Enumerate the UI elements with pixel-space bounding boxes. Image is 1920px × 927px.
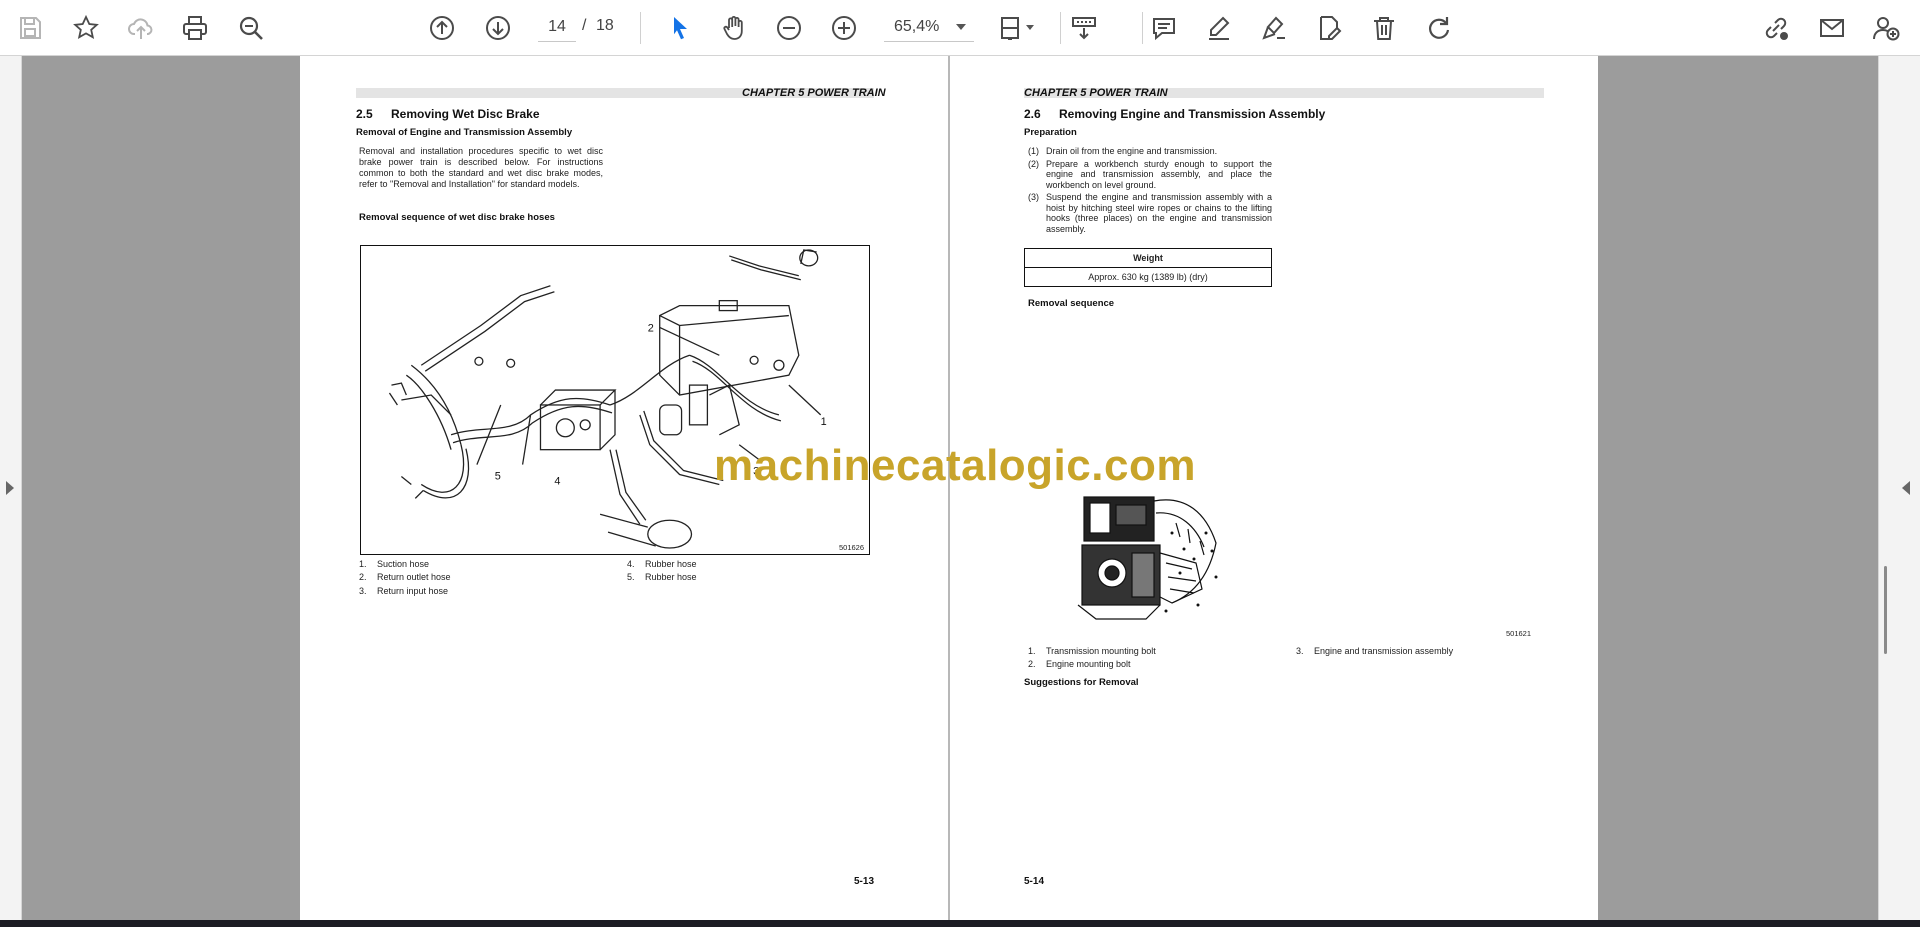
legend-item: 2. Engine mounting bolt (1028, 659, 1131, 669)
legend-item: 3. Engine and transmission assembly (1296, 646, 1454, 656)
sequence-heading: Removal sequence of wet disc brake hoses (359, 212, 555, 223)
page-number: 5-13 (854, 876, 875, 887)
highlight-pen-icon[interactable] (1199, 8, 1239, 48)
step-item: (3) Suspend the engine and transmission a… (1028, 192, 1272, 234)
sign-pen-icon[interactable] (1254, 8, 1294, 48)
scroll-mode-icon[interactable] (1064, 8, 1104, 48)
toolbar-divider (1142, 12, 1143, 44)
zoom-search-icon[interactable] (231, 8, 271, 48)
vertical-scrollbar[interactable] (1884, 566, 1887, 654)
engine-transmission-photo (1076, 493, 1224, 625)
section-number: 2.6 (1024, 107, 1041, 121)
toolbar-divider (640, 12, 641, 44)
preparation-steps: (1) Drain oil from the engine and transmi… (1028, 146, 1272, 236)
comment-icon[interactable] (1144, 8, 1184, 48)
engine-illustration (1077, 496, 1218, 620)
right-panel-strip[interactable] (1878, 56, 1920, 920)
page-fit-icon[interactable] (992, 8, 1044, 48)
add-user-icon[interactable] (1866, 8, 1906, 48)
toolbar: / 18 65,4% (0, 0, 1920, 56)
undo-icon[interactable] (1419, 8, 1459, 48)
figure-code: 501626 (839, 543, 865, 552)
chapter-header: CHAPTER 5 POWER TRAIN (1024, 87, 1168, 99)
figure-code: 501621 (1506, 629, 1532, 638)
removal-sequence-heading: Removal sequence (1028, 298, 1115, 309)
legend-item: 3. Return input hose (359, 586, 449, 596)
page-number: 5-14 (1024, 876, 1045, 887)
delete-trash-icon[interactable] (1364, 8, 1404, 48)
page-number-input[interactable] (538, 12, 576, 42)
preparation-heading: Preparation (1024, 127, 1077, 138)
edit-file-icon[interactable] (1309, 8, 1349, 48)
intro-paragraph: Removal and installation procedures spec… (359, 146, 603, 189)
step-item: (1) Drain oil from the engine and transmi… (1028, 146, 1218, 156)
subheading: Removal of Engine and Transmission Assem… (356, 127, 573, 138)
expand-right-panel-icon[interactable] (1902, 481, 1910, 495)
callout-5: 5 (495, 470, 501, 482)
expand-left-panel-icon[interactable] (6, 481, 14, 495)
page-total: 18 (596, 17, 614, 34)
zoom-in-icon[interactable] (824, 8, 864, 48)
callout-4: 4 (554, 475, 560, 487)
legend-item: 1. Transmission mounting bolt (1028, 646, 1156, 656)
chevron-down-icon (956, 23, 966, 30)
legend-item: 5. Rubber hose (627, 572, 697, 582)
chapter-header: CHAPTER 5 POWER TRAIN (742, 87, 886, 99)
section-number: 2.5 (356, 107, 373, 121)
page-separator: / (582, 17, 587, 34)
legend-item: 4. Rubber hose (627, 559, 697, 569)
bottom-bar (0, 920, 1920, 927)
email-icon[interactable] (1812, 8, 1852, 48)
weight-table: Weight Approx. 630 kg (1389 lb) (dry) (1024, 248, 1272, 287)
toolbar-divider (1060, 12, 1061, 44)
legend-item: 2. Return outlet hose (359, 572, 451, 582)
callout-1: 1 (821, 416, 827, 428)
page-up-icon[interactable] (422, 8, 462, 48)
suggestions-heading: Suggestions for Removal (1024, 677, 1139, 688)
brake-hose-illustration: 1 2 3 4 5 (388, 249, 827, 549)
section-title: Removing Wet Disc Brake (391, 107, 540, 121)
table-cell: Approx. 630 kg (1389 lb) (dry) (1024, 267, 1272, 287)
hand-pan-icon[interactable] (714, 8, 754, 48)
step-item: (2) Prepare a workbench sturdy enough to … (1028, 158, 1272, 190)
section-title: Removing Engine and Transmission Assembl… (1059, 107, 1326, 121)
page-down-icon[interactable] (478, 8, 518, 48)
legend-item: 1. Suction hose (359, 559, 430, 569)
select-cursor-icon[interactable] (660, 8, 700, 48)
zoom-value: 65,4% (894, 17, 940, 35)
zoom-out-icon[interactable] (769, 8, 809, 48)
cloud-upload-icon[interactable] (121, 8, 161, 48)
share-link-icon[interactable] (1756, 8, 1796, 48)
print-icon[interactable] (175, 8, 215, 48)
brake-hose-diagram: 1 2 3 4 5 501626 (360, 245, 870, 555)
watermark-text: machinecatalogic.com (714, 441, 1196, 490)
callout-2: 2 (648, 322, 654, 334)
bookmark-star-icon[interactable] (66, 8, 106, 48)
table-header: Weight (1024, 248, 1272, 268)
save-icon[interactable] (10, 8, 50, 48)
zoom-dropdown[interactable]: 65,4% (884, 12, 974, 42)
